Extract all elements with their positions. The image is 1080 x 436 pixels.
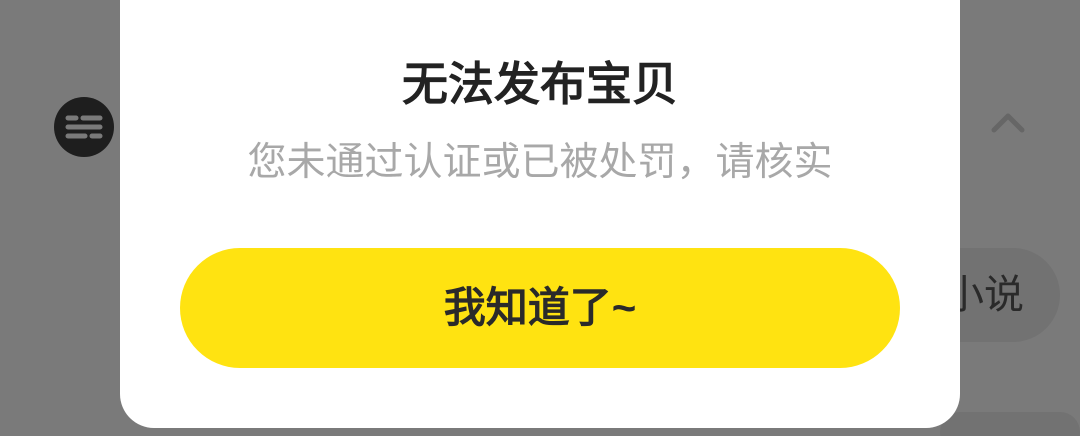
alert-dialog: 无法发布宝贝 您未通过认证或已被处罚，请核实 我知道了~ — [120, 0, 960, 428]
chevron-up-icon[interactable] — [990, 110, 1026, 134]
screen: 小说 无法发布宝贝 您未通过认证或已被处罚，请核实 我知道了~ — [0, 0, 1080, 436]
background-card — [940, 412, 1080, 436]
menu-lines-icon[interactable] — [54, 97, 114, 157]
confirm-button-label: 我知道了~ — [443, 284, 637, 331]
confirm-button[interactable]: 我知道了~ — [180, 248, 900, 368]
dialog-message: 您未通过认证或已被处罚，请核实 — [247, 140, 833, 185]
dialog-title: 无法发布宝贝 — [402, 57, 678, 111]
